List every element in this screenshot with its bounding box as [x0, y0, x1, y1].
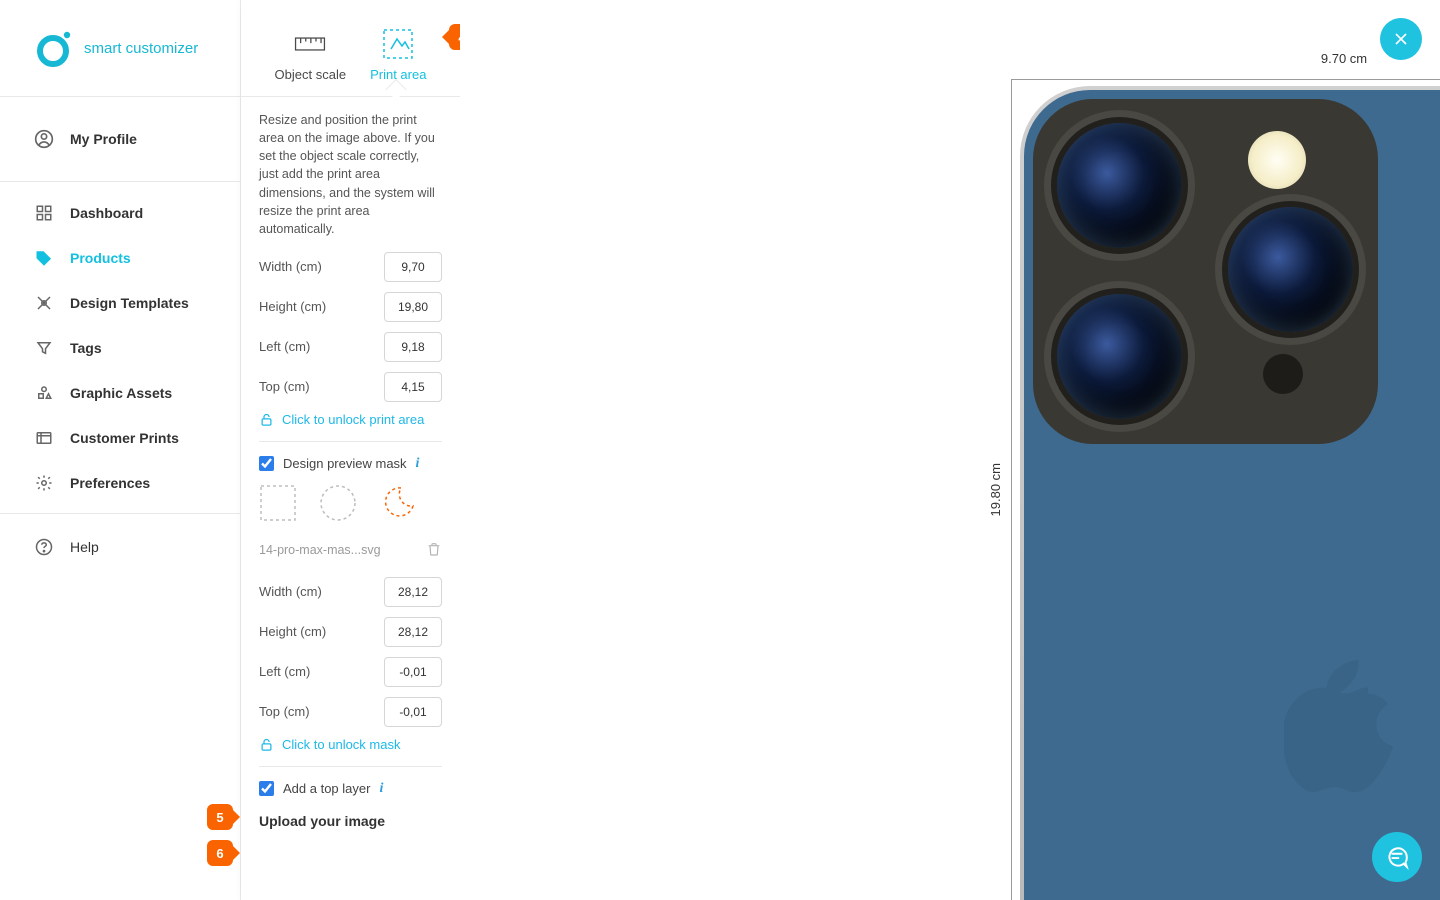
sidebar-item-products[interactable]: Products: [0, 235, 240, 280]
flash-icon: [1248, 131, 1306, 189]
sidebar-item-help[interactable]: Help: [0, 524, 240, 569]
mask-shape-circle[interactable]: [319, 484, 357, 522]
sidebar-item-label: Help: [70, 539, 99, 555]
ruler-icon: [293, 27, 327, 61]
tab-object-scale[interactable]: Object scale: [275, 27, 347, 82]
sidebar-item-label: Tags: [70, 340, 102, 356]
unlock-mask-link[interactable]: Click to unlock mask: [259, 737, 442, 752]
help-icon: [34, 537, 54, 557]
mask-left-input[interactable]: [384, 657, 442, 687]
delete-mask-button[interactable]: [426, 540, 442, 561]
height-label: Height (cm): [259, 299, 326, 314]
sidebar-item-label: Design Templates: [70, 295, 189, 311]
sidebar-item-dashboard[interactable]: Dashboard: [0, 190, 240, 235]
width-label: Width (cm): [259, 259, 322, 274]
print-area-height-input[interactable]: [384, 292, 442, 322]
sidebar-item-label: My Profile: [70, 131, 137, 147]
panel-tabs: Object scale Print area 4: [241, 0, 460, 97]
sidebar-item-label: Preferences: [70, 475, 150, 491]
print-area-left-input[interactable]: [384, 332, 442, 362]
lens-icon: [1057, 294, 1182, 419]
print-area-top-input[interactable]: [384, 372, 442, 402]
top-layer-check-label: Add a top layer: [283, 781, 370, 796]
templates-icon: [34, 293, 54, 313]
lens-icon: [1057, 123, 1182, 248]
tab-label: Object scale: [275, 67, 347, 82]
brand-logo[interactable]: smart customizer: [0, 0, 240, 97]
sidebar-item-customer-prints[interactable]: Customer Prints: [0, 415, 240, 460]
mask-shape-custom[interactable]: [379, 484, 417, 522]
preview-canvas: 9.70 cm 19.80 cm: [460, 0, 1440, 900]
properties-panel: Object scale Print area 4 Resize and pos…: [241, 0, 460, 900]
info-icon[interactable]: i: [416, 456, 420, 472]
mask-top-label: Top (cm): [259, 704, 310, 719]
sidebar-item-label: Customer Prints: [70, 430, 179, 446]
mask-width-input[interactable]: [384, 577, 442, 607]
sidebar-item-graphic-assets[interactable]: Graphic Assets: [0, 370, 240, 415]
chat-support-button[interactable]: [1372, 832, 1422, 882]
logo-icon: [34, 29, 72, 67]
tag-icon: [34, 248, 54, 268]
assets-icon: [34, 383, 54, 403]
sidebar-item-label: Graphic Assets: [70, 385, 172, 401]
print-area-icon: [381, 27, 415, 61]
info-icon[interactable]: i: [379, 781, 383, 797]
apple-logo-icon: [1284, 660, 1404, 800]
profile-icon: [34, 129, 54, 149]
filter-icon: [34, 338, 54, 358]
product-image: [1020, 86, 1440, 900]
mask-height-label: Height (cm): [259, 624, 326, 639]
mask-file-name: 14-pro-max-mas...svg: [259, 543, 381, 557]
design-preview-mask-checkbox[interactable]: [259, 456, 274, 471]
print-area-width-input[interactable]: [384, 252, 442, 282]
brand-name: smart customizer: [84, 40, 198, 57]
tab-label: Print area: [370, 67, 426, 82]
ruler-width-label: 9.70 cm: [1011, 51, 1440, 66]
left-label: Left (cm): [259, 339, 310, 354]
mask-top-input[interactable]: [384, 697, 442, 727]
sidebar-item-label: Products: [70, 250, 131, 266]
ruler-height-label: 19.80 cm: [988, 79, 1003, 900]
gear-icon: [34, 473, 54, 493]
prints-icon: [34, 428, 54, 448]
mask-shape-selector: [259, 484, 442, 522]
unlock-print-area-link[interactable]: Click to unlock print area: [259, 412, 442, 427]
sidebar-item-my-profile[interactable]: My Profile: [0, 97, 240, 181]
upload-heading: Upload your image: [259, 813, 442, 829]
camera-module: [1033, 99, 1378, 444]
tab-print-area[interactable]: Print area: [370, 27, 426, 82]
step-badge-5: 5: [207, 804, 233, 830]
mask-left-label: Left (cm): [259, 664, 310, 679]
close-button[interactable]: [1380, 18, 1422, 60]
top-label: Top (cm): [259, 379, 310, 394]
mic-dot-icon: [1263, 354, 1303, 394]
mask-height-input[interactable]: [384, 617, 442, 647]
sidebar-item-preferences[interactable]: Preferences: [0, 460, 240, 505]
lens-icon: [1228, 207, 1353, 332]
mask-width-label: Width (cm): [259, 584, 322, 599]
dashboard-icon: [34, 203, 54, 223]
sidebar: smart customizer My Profile Dashboard: [0, 0, 241, 900]
print-area-intro: Resize and position the print area on th…: [259, 111, 442, 238]
add-top-layer-checkbox[interactable]: [259, 781, 274, 796]
sidebar-item-label: Dashboard: [70, 205, 143, 221]
step-badge-6: 6: [207, 840, 233, 866]
mask-check-label: Design preview mask: [283, 456, 407, 471]
sidebar-item-tags[interactable]: Tags: [0, 325, 240, 370]
sidebar-item-design-templates[interactable]: Design Templates: [0, 280, 240, 325]
mask-shape-square[interactable]: [259, 484, 297, 522]
